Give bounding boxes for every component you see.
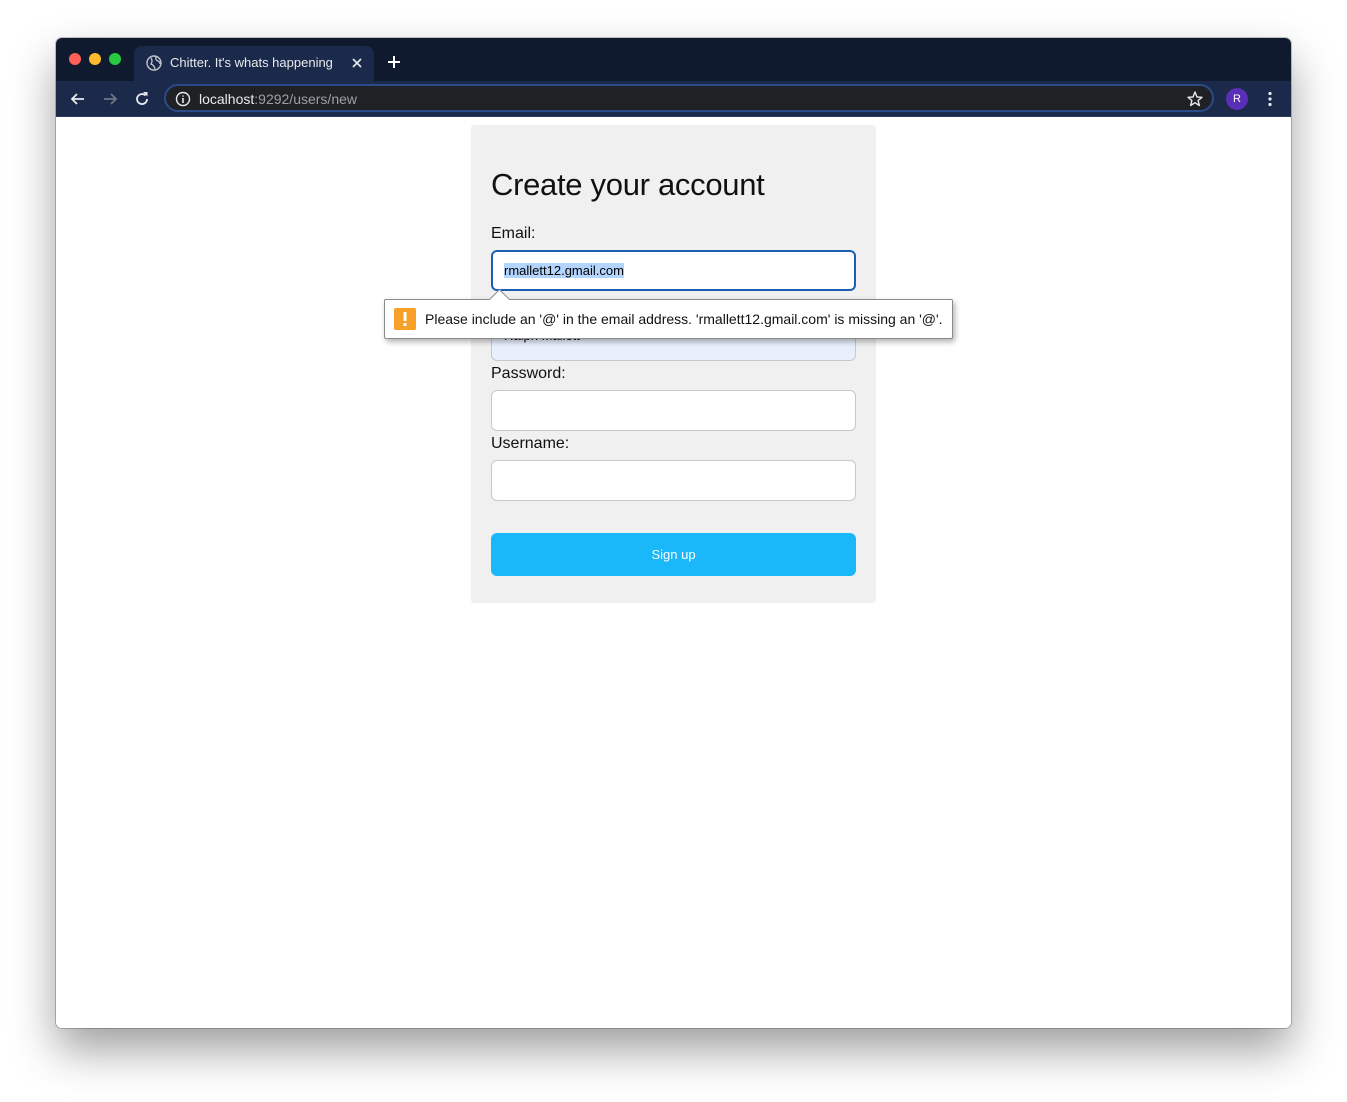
warning-icon	[394, 308, 416, 330]
username-label: Username:	[491, 435, 570, 452]
address-bar[interactable]: localhost:9292/users/new	[164, 84, 1214, 112]
sign-up-button[interactable]: Sign up	[491, 533, 856, 576]
close-tab-icon[interactable]	[349, 55, 365, 71]
validation-message: Please include an '@' in the email addre…	[425, 311, 943, 327]
globe-icon	[146, 55, 162, 71]
close-window-button[interactable]	[69, 53, 81, 65]
url-path: :9292/users/new	[254, 91, 357, 107]
new-tab-icon[interactable]	[386, 54, 402, 70]
browser-window: Chitter. It's whats happening localhost:…	[56, 38, 1291, 1028]
back-arrow-icon[interactable]	[68, 89, 88, 109]
url-text: localhost:9292/users/new	[199, 91, 357, 107]
minimize-window-button[interactable]	[89, 53, 101, 65]
maximize-window-button[interactable]	[109, 53, 121, 65]
email-field[interactable]: rmallett12.gmail.com	[491, 250, 856, 291]
reload-icon[interactable]	[132, 89, 152, 109]
tab-title: Chitter. It's whats happening	[170, 55, 333, 70]
url-host: localhost	[199, 91, 255, 107]
forward-arrow-icon[interactable]	[100, 89, 120, 109]
validation-tooltip: Please include an '@' in the email addre…	[384, 288, 953, 339]
tab-strip: Chitter. It's whats happening	[56, 38, 1291, 81]
username-field[interactable]	[491, 460, 856, 501]
info-icon[interactable]	[175, 91, 191, 107]
bookmark-star-icon[interactable]	[1186, 90, 1204, 108]
browser-toolbar: localhost:9292/users/new R	[56, 81, 1291, 117]
page-content: Create your account Email: rmallett12.gm…	[56, 117, 1291, 1028]
browser-tab[interactable]: Chitter. It's whats happening	[134, 46, 374, 81]
password-label: Password:	[491, 365, 566, 382]
profile-avatar[interactable]: R	[1226, 88, 1248, 110]
more-menu-icon[interactable]	[1260, 89, 1280, 109]
signup-form: Create your account Email: rmallett12.gm…	[471, 125, 876, 603]
email-value: rmallett12.gmail.com	[504, 263, 624, 278]
email-label: Email:	[491, 225, 536, 242]
page-title: Create your account	[491, 167, 765, 202]
password-field[interactable]	[491, 390, 856, 431]
